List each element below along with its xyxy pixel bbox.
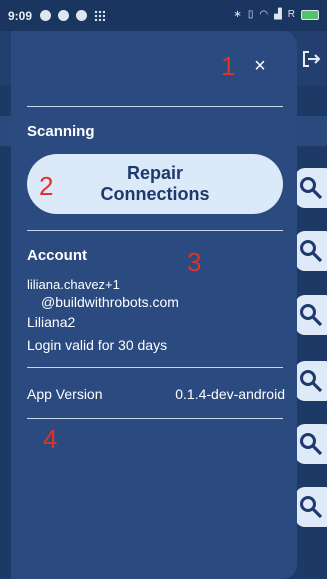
scanning-title: Scanning	[27, 123, 95, 140]
login-valid-text: Login valid for 30 days	[27, 337, 168, 353]
divider	[27, 418, 283, 419]
divider	[27, 106, 283, 107]
annotation-1: 1	[221, 51, 236, 81]
status-right-icons: ∗ ▯ ◠ ▟ R	[233, 9, 319, 20]
repair-button-line1: Repair	[126, 163, 183, 184]
account-title: Account	[27, 247, 87, 264]
account-username: Liliana2	[27, 314, 76, 330]
divider	[27, 230, 283, 231]
close-button[interactable]: ×	[249, 55, 271, 77]
notification-icon	[76, 10, 88, 21]
app-version-row: App Version 0.1.4-dev-android	[27, 386, 285, 402]
search-icon[interactable]	[295, 295, 327, 335]
search-icon[interactable]	[295, 231, 327, 271]
settings-drawer: 1 × Scanning Repair Connections 2 Accoun…	[11, 31, 297, 579]
battery-icon	[301, 9, 319, 20]
search-icon[interactable]	[295, 487, 327, 527]
repair-button-line2: Connections	[100, 184, 210, 204]
app-version-label: App Version	[27, 386, 103, 402]
repair-connections-button[interactable]: Repair Connections	[27, 154, 283, 214]
status-time: 9:09	[8, 8, 33, 23]
annotation-3: 3	[187, 247, 202, 277]
signal-icon: ▟	[274, 9, 282, 20]
status-bar: 9:09 ∗ ▯ ◠ ▟ R	[0, 0, 327, 31]
grid-icon	[94, 10, 106, 21]
annotation-2: 2	[39, 171, 54, 201]
search-icon[interactable]	[295, 424, 327, 464]
app-version-value: 0.1.4-dev-android	[175, 386, 285, 402]
annotation-4: 4	[43, 424, 58, 454]
account-email-line1: liliana.chavez+1	[27, 277, 120, 292]
wifi-icon: ◠	[259, 9, 269, 20]
logout-icon[interactable]	[301, 49, 321, 74]
notification-icon	[58, 10, 70, 21]
account-email-line2: @buildwithrobots.com	[41, 294, 179, 310]
bluetooth-icon: ∗	[233, 9, 242, 20]
notification-icon	[40, 10, 52, 21]
roaming-indicator: R	[287, 9, 295, 20]
search-icon[interactable]	[295, 361, 327, 401]
divider	[27, 367, 283, 368]
vibrate-icon: ▯	[247, 9, 254, 20]
search-icon[interactable]	[295, 168, 327, 208]
